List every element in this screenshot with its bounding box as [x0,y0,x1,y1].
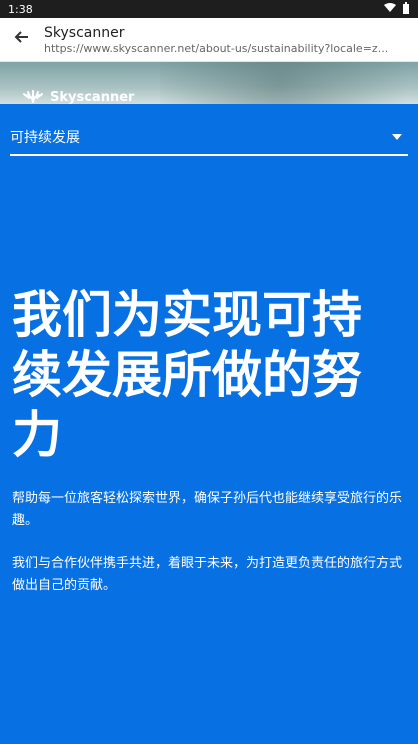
chevron-down-icon [392,134,402,140]
browser-bar: Skyscanner https://www.skyscanner.net/ab… [0,18,418,62]
status-icons [384,1,410,17]
paragraph-2: 我们与合作伙伴携手共进，着眼于未来，为打造更负责任的旅行方式做出自己的贡献。 [12,556,403,593]
battery-icon [402,1,410,17]
sunrise-logo-icon [22,89,44,105]
brand-name: Skyscanner [50,89,135,105]
status-time: 1:38 [8,2,33,16]
selector-label: 可持续发展 [10,130,80,146]
back-button[interactable] [0,18,44,62]
brand-logo[interactable]: Skyscanner [22,88,134,106]
url-text[interactable]: https://www.skyscanner.net/about-us/sust… [44,42,404,56]
paragraph-1: 帮助每一位旅客轻松探索世界，确保子孙后代也能继续享受旅行的乐趣。 [12,491,403,528]
section-selector[interactable]: 可持续发展 [10,120,408,156]
arrow-left-icon [14,29,30,50]
wifi-icon [384,2,396,16]
main-headline: 我们为实现可持续发展所做的努力 [12,286,362,464]
address-area[interactable]: Skyscanner https://www.skyscanner.net/ab… [44,24,404,56]
status-bar: 1:38 [0,0,418,18]
page-title: Skyscanner [44,24,125,41]
